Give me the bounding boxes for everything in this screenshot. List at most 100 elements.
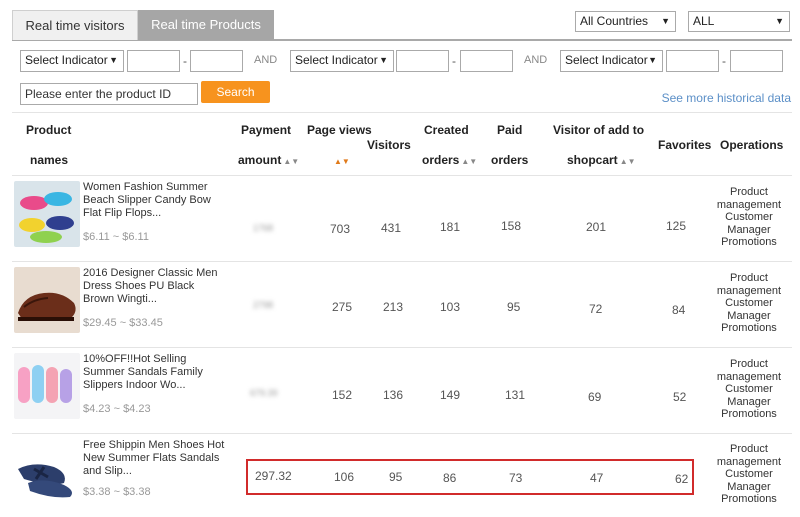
product-management-line1: Product [730, 358, 768, 370]
page-views-cell: 152 [332, 388, 353, 402]
product-management-line2: management [716, 284, 782, 297]
visitors-cell: 136 [383, 388, 404, 402]
promotions-link[interactable]: Promotions [712, 408, 786, 421]
sort-active-icon[interactable]: ▲▼ [334, 157, 350, 166]
customer-manager-link[interactable]: Customer Manager [712, 383, 786, 408]
indicator-select-1-value: Select Indicator [25, 53, 108, 67]
highlight-box [246, 459, 694, 495]
paid-orders-cell: 131 [505, 388, 526, 402]
add-to-cart-cell: 69 [588, 390, 602, 404]
sort-icon[interactable]: ▲▼ [620, 157, 636, 166]
header-product: Product [26, 123, 72, 137]
operations-cell: Product management Customer Manager Promot… [712, 272, 786, 335]
customer-manager-link[interactable]: Customer Manager [712, 468, 786, 493]
customer-manager-line1: Customer [725, 383, 773, 395]
indicator-select-2[interactable]: Select Indicator ▼ [290, 50, 394, 72]
tab-real-time-visitors[interactable]: Real time visitors [12, 10, 138, 40]
chevron-down-icon: ▼ [648, 55, 657, 65]
favorites-cell: 52 [673, 390, 687, 404]
indicator-select-3[interactable]: Select Indicator ▼ [560, 50, 663, 72]
product-name-link[interactable]: 2016 Designer Classic Men Dress Shoes PU… [83, 267, 228, 306]
product-price: $29.45 ~ $33.45 [83, 317, 163, 329]
range-dash: - [183, 54, 187, 68]
payment-amount-cell: 2798 [253, 300, 274, 310]
visitors-cell: 431 [381, 221, 402, 235]
product-management-link[interactable]: Product management [712, 358, 786, 383]
tab-real-time-products[interactable]: Real time Products [138, 10, 274, 40]
indicator-select-1[interactable]: Select Indicator ▼ [20, 50, 124, 72]
visitors-cell: 213 [383, 300, 404, 314]
add-to-cart-cell: 201 [586, 220, 607, 234]
indicator-select-2-value: Select Indicator [295, 53, 378, 67]
all-select[interactable]: ALL ▼ [688, 11, 790, 32]
product-management-link[interactable]: Product management [712, 186, 786, 211]
page-views-cell: 703 [330, 222, 351, 236]
customer-manager-line1: Customer [725, 468, 773, 480]
product-management-line1: Product [730, 443, 768, 455]
operations-cell: Product management Customer Manager Promot… [712, 358, 786, 421]
customer-manager-line1: Customer [725, 211, 773, 223]
created-orders-cell: 149 [440, 388, 461, 402]
product-thumbnail[interactable] [14, 267, 80, 333]
product-price: $3.38 ~ $3.38 [83, 486, 151, 498]
customer-manager-link[interactable]: Customer Manager [712, 297, 786, 322]
product-thumbnail[interactable] [14, 439, 80, 505]
range-dash: - [722, 54, 726, 68]
promotions-link[interactable]: Promotions [712, 493, 786, 506]
product-name-link[interactable]: Women Fashion Summer Beach Slipper Candy… [83, 181, 228, 220]
product-price: $6.11 ~ $6.11 [83, 231, 149, 243]
row-divider [12, 433, 792, 434]
customer-manager-line2: Manager [727, 395, 771, 408]
product-price: $4.23 ~ $4.23 [83, 403, 151, 415]
product-management-link[interactable]: Product management [712, 272, 786, 297]
favorites-cell: 125 [666, 219, 687, 233]
table-row: 10%OFF!!Hot Selling Summer Sandals Famil… [12, 353, 792, 439]
and-label: AND [254, 54, 278, 66]
product-management-link[interactable]: Product management [712, 443, 786, 468]
indicator-1-max-input[interactable] [190, 50, 243, 72]
indicator-3-min-input[interactable] [666, 50, 719, 72]
table-top-divider [12, 112, 792, 113]
product-management-line2: management [716, 198, 782, 211]
table-row: Women Fashion Summer Beach Slipper Candy… [12, 181, 792, 267]
header-payment-amount[interactable]: amount ▲▼ [238, 153, 299, 167]
sort-icon[interactable]: ▲▼ [461, 157, 477, 166]
customer-manager-line2: Manager [727, 309, 771, 322]
header-created-orders[interactable]: orders ▲▼ [422, 153, 477, 167]
product-id-input[interactable]: Please enter the product ID [20, 83, 198, 105]
chevron-down-icon: ▼ [661, 16, 670, 26]
indicator-1-min-input[interactable] [127, 50, 180, 72]
product-thumbnail[interactable] [14, 353, 80, 419]
history-link[interactable]: See more historical data [662, 91, 791, 105]
page-views-sort[interactable]: ▲▼ [332, 153, 350, 167]
header-add-to: Visitor of add to [553, 123, 645, 137]
header-shopcart[interactable]: shopcart ▲▼ [567, 153, 636, 167]
paid-orders-cell: 158 [501, 219, 522, 233]
payment-amount-cell: 1768 [253, 223, 274, 233]
header-names: names [30, 153, 69, 167]
header-paid-orders: orders [491, 153, 529, 167]
indicator-2-min-input[interactable] [396, 50, 449, 72]
search-button[interactable]: Search [201, 81, 270, 103]
chevron-down-icon: ▼ [109, 55, 118, 65]
customer-manager-link[interactable]: Customer Manager [712, 211, 786, 236]
country-select-value: All Countries [580, 14, 649, 28]
sort-icon[interactable]: ▲▼ [283, 157, 299, 166]
header-created-orders-label: orders [422, 153, 460, 167]
indicator-select-3-value: Select Indicator [565, 53, 648, 67]
customer-manager-line2: Manager [727, 223, 771, 236]
created-orders-cell: 103 [440, 300, 461, 314]
header-divider [12, 175, 792, 176]
indicator-3-max-input[interactable] [730, 50, 783, 72]
created-orders-cell: 181 [440, 220, 461, 234]
product-thumbnail[interactable] [14, 181, 80, 247]
header-page-views: Page views [307, 123, 372, 137]
indicator-2-max-input[interactable] [460, 50, 513, 72]
promotions-link[interactable]: Promotions [712, 322, 786, 335]
all-select-value: ALL [693, 14, 715, 28]
row-divider [12, 261, 792, 262]
product-name-link[interactable]: 10%OFF!!Hot Selling Summer Sandals Famil… [83, 353, 228, 392]
promotions-link[interactable]: Promotions [712, 236, 786, 249]
product-name-link[interactable]: Free Shippin Men Shoes Hot New Summer Fl… [83, 439, 228, 478]
country-select[interactable]: All Countries ▼ [575, 11, 676, 32]
